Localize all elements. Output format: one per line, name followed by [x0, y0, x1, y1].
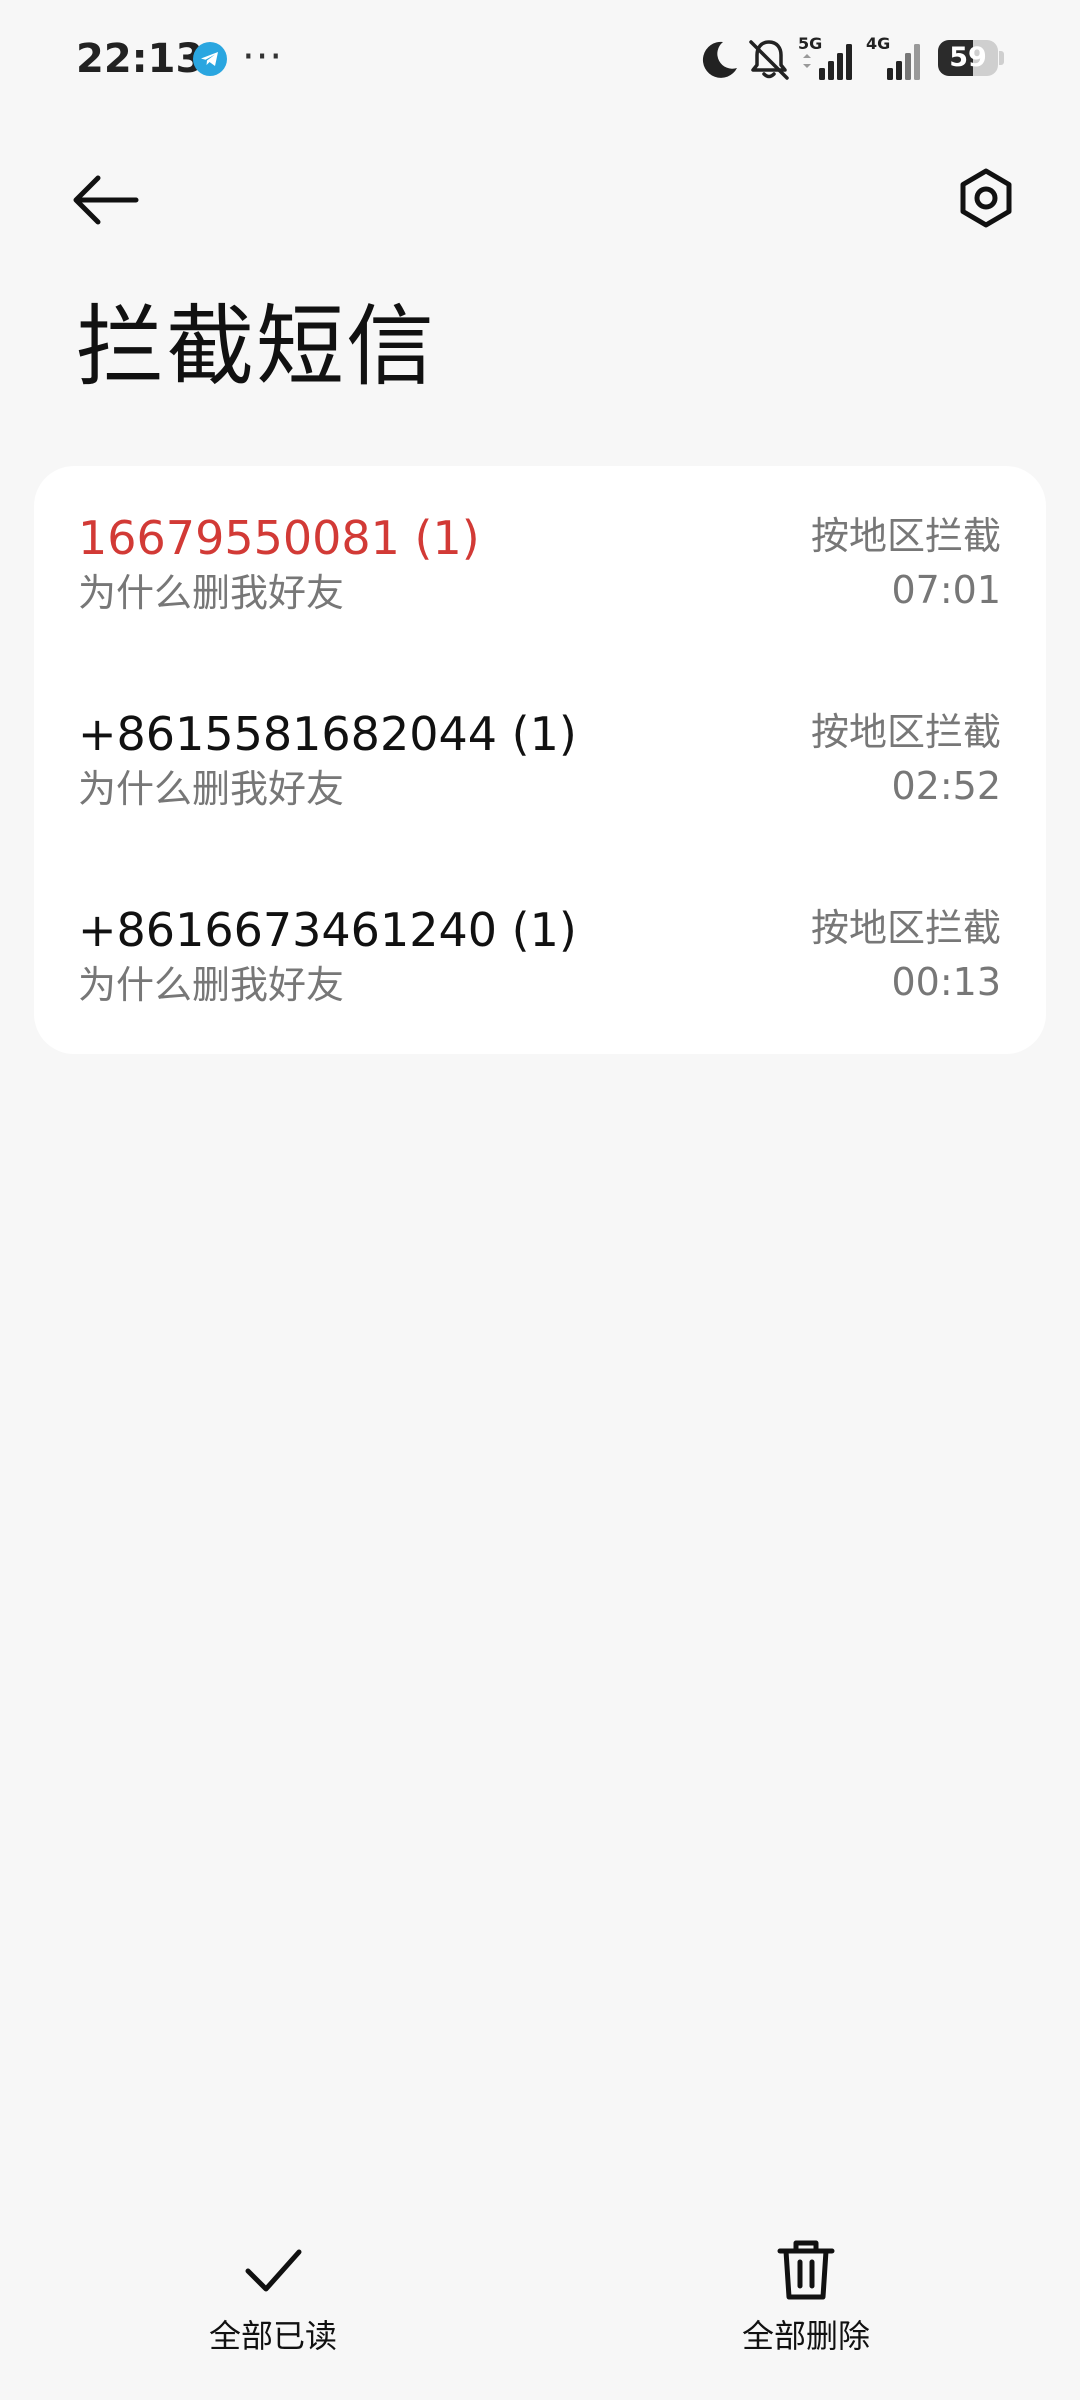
message-time: 02:52 — [891, 764, 1001, 808]
back-button[interactable] — [66, 160, 146, 240]
battery-tip — [999, 51, 1004, 65]
blocked-message-list: 16679550081 (1) 为什么删我好友 按地区拦截 07:01 +861… — [34, 466, 1046, 1054]
message-time: 00:13 — [891, 960, 1001, 1004]
signal-5g-icon: 5G — [798, 34, 852, 80]
list-item[interactable]: 16679550081 (1) 为什么删我好友 按地区拦截 07:01 — [34, 466, 1046, 662]
screen: 22:13 ··· 5G 4G 59 拦截短信 16679550081 (1) … — [0, 0, 1080, 2400]
signal-4g-icon: 4G — [866, 34, 920, 80]
delete-all-button[interactable]: 全部删除 — [686, 2238, 926, 2368]
message-time: 07:01 — [891, 568, 1001, 612]
mark-all-read-label: 全部已读 — [208, 2317, 337, 2355]
block-reason: 按地区拦截 — [810, 906, 1001, 950]
message-preview: 为什么删我好友 — [78, 571, 345, 615]
mark-all-read-button[interactable]: 全部已读 — [153, 2238, 393, 2368]
settings-button[interactable] — [946, 158, 1026, 238]
message-preview: 为什么删我好友 — [78, 963, 345, 1007]
message-preview: 为什么删我好友 — [78, 767, 345, 811]
battery-icon: 59 — [938, 40, 1006, 76]
list-item[interactable]: +8615581682044 (1) 为什么删我好友 按地区拦截 02:52 — [34, 662, 1046, 858]
block-reason: 按地区拦截 — [810, 514, 1001, 558]
mute-icon — [749, 40, 789, 80]
battery-level-text: 59 — [949, 42, 987, 73]
status-time: 22:13 — [76, 36, 204, 82]
battery-body: 59 — [938, 40, 998, 76]
block-reason: 按地区拦截 — [810, 710, 1001, 754]
list-item[interactable]: +8616673461240 (1) 为什么删我好友 按地区拦截 00:13 — [34, 858, 1046, 1054]
status-bar: 22:13 ··· 5G 4G 59 — [0, 0, 1080, 118]
more-dots-icon: ··· — [242, 34, 284, 80]
svg-text:5G: 5G — [798, 34, 822, 53]
trash-icon — [777, 2240, 835, 2300]
settings-hexagon-icon — [960, 168, 1012, 228]
page-title: 拦截短信 — [76, 295, 437, 398]
telegram-icon — [193, 42, 227, 76]
back-arrow-icon — [73, 175, 139, 225]
message-sender: 16679550081 (1) — [78, 511, 480, 565]
message-sender: +8615581682044 (1) — [78, 707, 577, 761]
checkmark-icon — [245, 2249, 302, 2292]
svg-text:4G: 4G — [866, 34, 890, 53]
moon-icon — [702, 41, 737, 78]
delete-all-label: 全部删除 — [741, 2317, 870, 2355]
message-sender: +8616673461240 (1) — [78, 903, 577, 957]
